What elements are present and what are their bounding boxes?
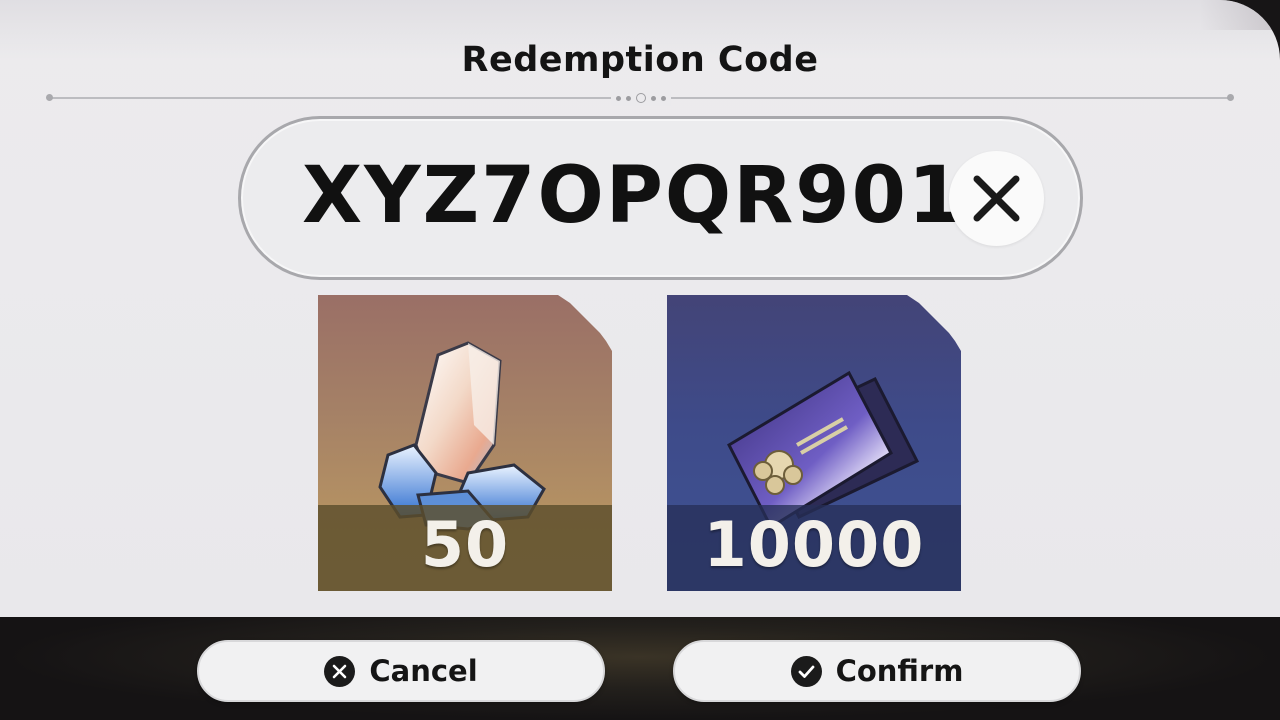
confirm-button-label: Confirm — [835, 654, 964, 688]
check-circle-icon — [790, 655, 822, 687]
divider-cap-left — [46, 94, 53, 101]
confirm-button[interactable]: Confirm — [673, 640, 1081, 702]
reward-item-ticket[interactable]: 10000 — [667, 295, 961, 591]
close-icon — [973, 175, 1020, 222]
divider-cap-right — [1227, 94, 1234, 101]
bottom-action-bar — [0, 617, 1280, 720]
reward-item-crystal[interactable]: 50 — [318, 295, 612, 591]
corner-shade — [1200, 0, 1280, 30]
reward-count: 10000 — [703, 508, 925, 581]
cancel-button-label: Cancel — [369, 654, 478, 688]
redemption-screen: Redemption Code XYZ7OPQR9012 50 10000 Ca… — [0, 0, 1280, 720]
clear-code-button[interactable] — [949, 151, 1044, 246]
redemption-dialog: Redemption Code XYZ7OPQR9012 50 10000 — [0, 0, 1280, 617]
cancel-circle-icon — [324, 655, 356, 687]
cancel-button[interactable]: Cancel — [197, 640, 605, 702]
divider-ornament — [611, 90, 671, 106]
dialog-title: Redemption Code — [461, 40, 819, 80]
code-input-value[interactable]: XYZ7OPQR9012 — [302, 146, 1018, 246]
reward-count: 50 — [420, 508, 510, 581]
title-divider — [46, 90, 1234, 106]
